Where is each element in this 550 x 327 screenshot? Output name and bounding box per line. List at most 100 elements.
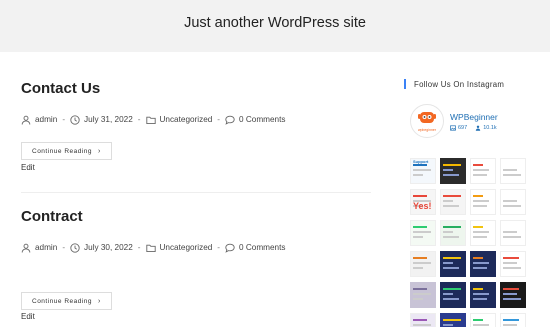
user-icon bbox=[475, 125, 481, 131]
thumbnail-content-bar bbox=[443, 236, 459, 238]
thumbnail-content-bar bbox=[473, 288, 483, 290]
post-comments-text: 0 Comments bbox=[239, 115, 286, 124]
thumbnail-content-bar bbox=[473, 324, 489, 326]
thumbnail-content-bar bbox=[503, 195, 519, 197]
edit-link[interactable]: Edit bbox=[21, 163, 35, 172]
instagram-post-thumbnail[interactable] bbox=[500, 189, 526, 215]
post-author-name: admin bbox=[35, 243, 58, 252]
thumbnail-content-bar bbox=[503, 257, 519, 259]
instagram-post-thumbnail[interactable] bbox=[410, 282, 436, 308]
continue-reading-button[interactable]: Continue Reading › bbox=[21, 142, 112, 160]
sidebar: Follow Us On Instagram wpbeginner WPBegi… bbox=[404, 78, 550, 327]
instagram-post-thumbnail[interactable] bbox=[470, 158, 496, 184]
image-icon bbox=[450, 125, 456, 131]
thumbnail-content-bar bbox=[503, 288, 519, 290]
thumbnail-content-bar bbox=[443, 324, 453, 326]
post-author[interactable]: admin bbox=[21, 115, 57, 125]
thumbnail-content-bar bbox=[473, 293, 489, 295]
thumbnail-content-bar bbox=[413, 267, 423, 269]
thumbnail-content-bar bbox=[503, 205, 521, 207]
instagram-post-thumbnail[interactable] bbox=[440, 158, 466, 184]
folder-icon bbox=[145, 116, 156, 125]
post-title[interactable]: Contract bbox=[21, 208, 371, 226]
thumbnail-content-bar bbox=[443, 226, 461, 228]
thumbnail-content-bar bbox=[443, 319, 461, 321]
avatar[interactable]: wpbeginner bbox=[410, 104, 444, 138]
instagram-username[interactable]: WPBeginner bbox=[450, 112, 505, 122]
thumbnail-content-bar bbox=[473, 205, 487, 207]
thumbnail-content-bar bbox=[503, 262, 517, 264]
thumbnail-content-bar bbox=[413, 262, 431, 264]
instagram-post-thumbnail[interactable] bbox=[500, 220, 526, 246]
thumbnail-content-bar bbox=[473, 195, 483, 197]
post-category[interactable]: Uncategorized bbox=[145, 243, 213, 253]
instagram-post-thumbnail[interactable] bbox=[440, 189, 466, 215]
post-comments[interactable]: 0 Comments bbox=[225, 115, 285, 125]
post-meta: admin - July 30, 2022 - Uncategorized - … bbox=[21, 243, 371, 253]
thumbnail-content-bar bbox=[503, 324, 517, 326]
instagram-post-thumbnail[interactable] bbox=[500, 313, 526, 327]
thumbnail-content-bar bbox=[503, 231, 517, 233]
instagram-post-thumbnail[interactable] bbox=[440, 282, 466, 308]
instagram-post-thumbnail[interactable] bbox=[440, 220, 466, 246]
thumbnail-text: Support bbox=[413, 159, 429, 164]
chevron-right-icon: › bbox=[98, 147, 101, 155]
post-author[interactable]: admin bbox=[21, 243, 57, 253]
user-icon bbox=[21, 115, 31, 125]
comment-icon bbox=[225, 243, 235, 253]
thumbnail-content-bar bbox=[503, 169, 517, 171]
thumbnail-content-bar bbox=[443, 288, 461, 290]
thumbnail-content-bar bbox=[413, 226, 427, 228]
post-category[interactable]: Uncategorized bbox=[145, 115, 213, 125]
post-comments[interactable]: 0 Comments bbox=[225, 243, 285, 253]
thumbnail-content-bar bbox=[503, 293, 517, 295]
thumbnail-content-bar bbox=[503, 200, 517, 202]
instagram-profile[interactable]: wpbeginner WPBeginner 697 10.1k bbox=[410, 104, 505, 138]
instagram-post-thumbnail[interactable] bbox=[470, 282, 496, 308]
instagram-post-thumbnail[interactable] bbox=[410, 251, 436, 277]
edit-link[interactable]: Edit bbox=[21, 312, 35, 321]
meta-separator: - bbox=[137, 243, 141, 252]
meta-separator: - bbox=[217, 243, 221, 252]
instagram-post-thumbnail[interactable] bbox=[470, 313, 496, 327]
wpbeginner-logo-icon bbox=[418, 111, 436, 123]
widget-title: Follow Us On Instagram bbox=[414, 79, 505, 89]
instagram-widget-header: Follow Us On Instagram bbox=[404, 78, 550, 90]
thumbnail-content-bar bbox=[473, 319, 483, 321]
thumbnail-content-bar bbox=[503, 174, 521, 176]
continue-reading-button[interactable]: Continue Reading › bbox=[21, 292, 112, 310]
thumbnail-content-bar bbox=[443, 205, 459, 207]
thumbnail-content-bar bbox=[473, 226, 483, 228]
instagram-post-thumbnail[interactable] bbox=[440, 251, 466, 277]
continue-reading-label: Continue Reading bbox=[32, 297, 93, 305]
instagram-post-thumbnail[interactable] bbox=[410, 220, 436, 246]
instagram-profile-info: WPBeginner 697 10.1k bbox=[450, 112, 505, 131]
post-category-text: Uncategorized bbox=[159, 243, 213, 252]
thumbnail-content-bar bbox=[503, 298, 521, 300]
instagram-post-thumbnail[interactable] bbox=[500, 158, 526, 184]
instagram-post-thumbnail[interactable] bbox=[470, 189, 496, 215]
instagram-post-thumbnail[interactable] bbox=[500, 282, 526, 308]
thumbnail-content-bar bbox=[413, 288, 427, 290]
instagram-post-thumbnail[interactable]: Support bbox=[410, 158, 436, 184]
instagram-post-thumbnail[interactable] bbox=[410, 313, 436, 327]
post-category-text: Uncategorized bbox=[159, 115, 213, 124]
thumbnail-content-bar bbox=[473, 231, 489, 233]
thumbnail-content-bar bbox=[443, 174, 459, 176]
thumbnail-content-bar bbox=[473, 169, 489, 171]
user-icon bbox=[21, 243, 31, 253]
continue-reading-label: Continue Reading bbox=[32, 147, 93, 155]
avatar-text: wpbeginner bbox=[417, 127, 437, 132]
thumbnail-content-bar bbox=[413, 319, 427, 321]
instagram-post-thumbnail[interactable] bbox=[500, 251, 526, 277]
post-contact-us: Contact Us admin - July 31, 2022 - Uncat… bbox=[21, 80, 371, 172]
instagram-post-thumbnail[interactable]: Yes! bbox=[410, 189, 436, 215]
post-divider bbox=[21, 192, 371, 193]
instagram-post-thumbnail[interactable] bbox=[470, 251, 496, 277]
post-title[interactable]: Contact Us bbox=[21, 80, 371, 98]
instagram-post-thumbnail[interactable] bbox=[470, 220, 496, 246]
thumbnail-content-bar bbox=[443, 262, 453, 264]
instagram-post-thumbnail[interactable] bbox=[440, 313, 466, 327]
thumbnail-content-bar bbox=[443, 200, 453, 202]
meta-separator: - bbox=[217, 115, 221, 124]
